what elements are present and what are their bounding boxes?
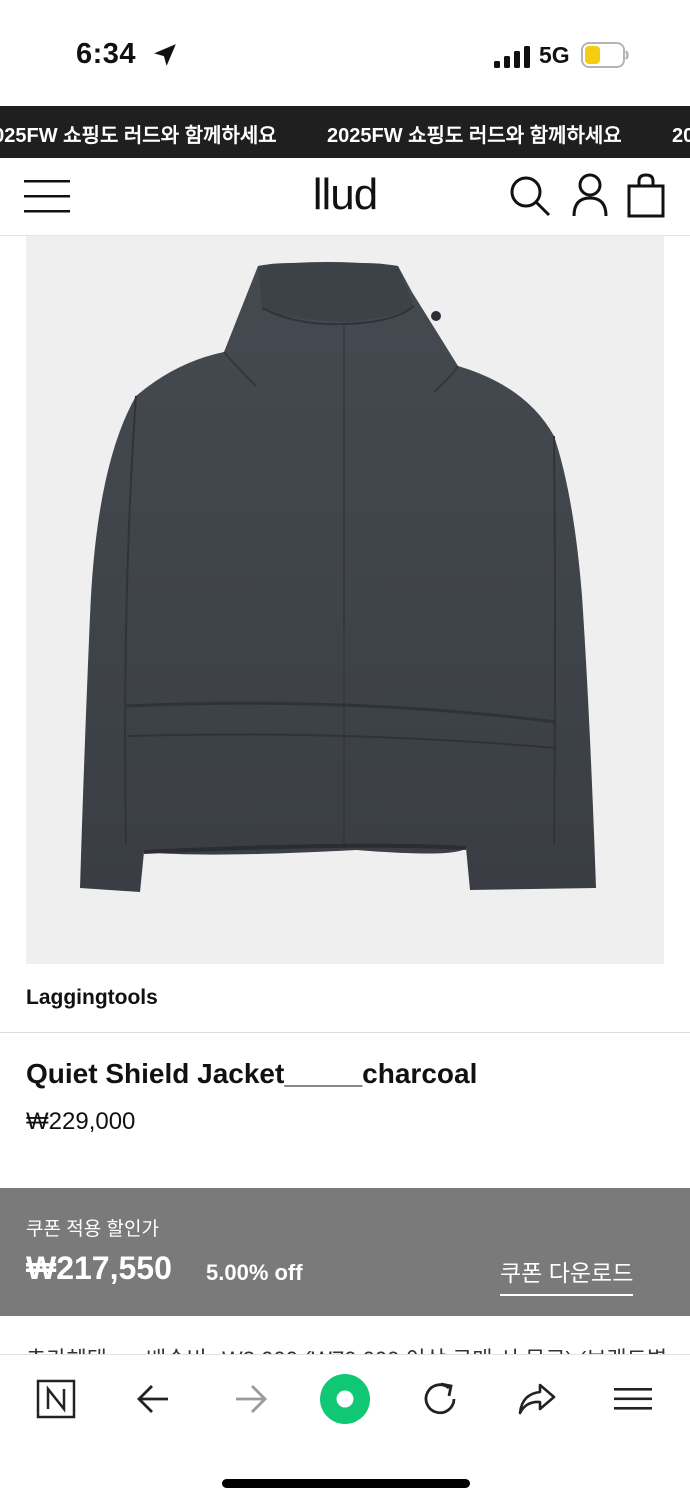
search-icon[interactable]: [508, 174, 552, 218]
coupon-price: ₩217,550: [26, 1250, 172, 1286]
shipping-label: 배송비: [146, 1342, 207, 1354]
coupon-label: 쿠폰 적용 할인가: [26, 1219, 159, 1240]
browser-toolbar: [0, 1354, 690, 1500]
status-time: 6:34: [76, 38, 137, 70]
back-arrow-icon[interactable]: [130, 1375, 178, 1423]
product-price: ₩229,000: [26, 1108, 136, 1135]
shipping-value: ₩3,000 (₩70,000 이상 구매 시 무료) (브랜드별: [222, 1342, 667, 1354]
hamburger-icon[interactable]: [610, 1375, 658, 1423]
banner-text: 2025FW 쇼핑도 러드와 함께하세요: [327, 125, 622, 147]
user-icon[interactable]: [570, 172, 610, 218]
status-bar: 6:34 5G: [0, 0, 690, 106]
banner-text: 2025FW 쇼핑도 러드와 함께하세요: [672, 125, 690, 147]
battery-icon: [581, 42, 629, 68]
share-icon[interactable]: [512, 1375, 560, 1423]
home-indicator[interactable]: [222, 1479, 470, 1488]
banner-text: 2025FW 쇼핑도 러드와 함께하세요: [0, 125, 277, 147]
coupon-discount: 5.00% off: [206, 1260, 303, 1285]
promo-banner[interactable]: 2025FW 쇼핑도 러드와 함께하세요 2025FW 쇼핑도 러드와 함께하세…: [0, 106, 690, 158]
benefit-row: 추가혜택 배송비 ₩3,000 (₩70,000 이상 구매 시 무료) (브랜…: [0, 1342, 690, 1354]
location-arrow-icon: [154, 44, 176, 66]
signal-icon: [494, 46, 530, 68]
product-image[interactable]: [26, 236, 664, 964]
brand-name[interactable]: Laggingtools: [26, 986, 158, 1010]
benefit-label: 추가혜택: [26, 1342, 107, 1354]
jacket-illustration: [80, 262, 596, 892]
coupon-download-button[interactable]: 쿠폰 다운로드: [500, 1254, 634, 1296]
naver-n-icon[interactable]: [32, 1375, 80, 1423]
bag-icon[interactable]: [626, 172, 666, 218]
site-header: llud: [0, 158, 690, 236]
coupon-section: 쿠폰 적용 할인가 ₩217,550 5.00% off 쿠폰 다운로드: [0, 1188, 690, 1316]
green-dot-icon[interactable]: [318, 1372, 372, 1426]
reload-icon[interactable]: [416, 1375, 464, 1423]
product-title: Quiet Shield Jacket_____charcoal: [26, 1058, 478, 1089]
network-label: 5G: [539, 42, 570, 68]
divider: [0, 1032, 690, 1033]
forward-arrow-icon[interactable]: [226, 1375, 274, 1423]
